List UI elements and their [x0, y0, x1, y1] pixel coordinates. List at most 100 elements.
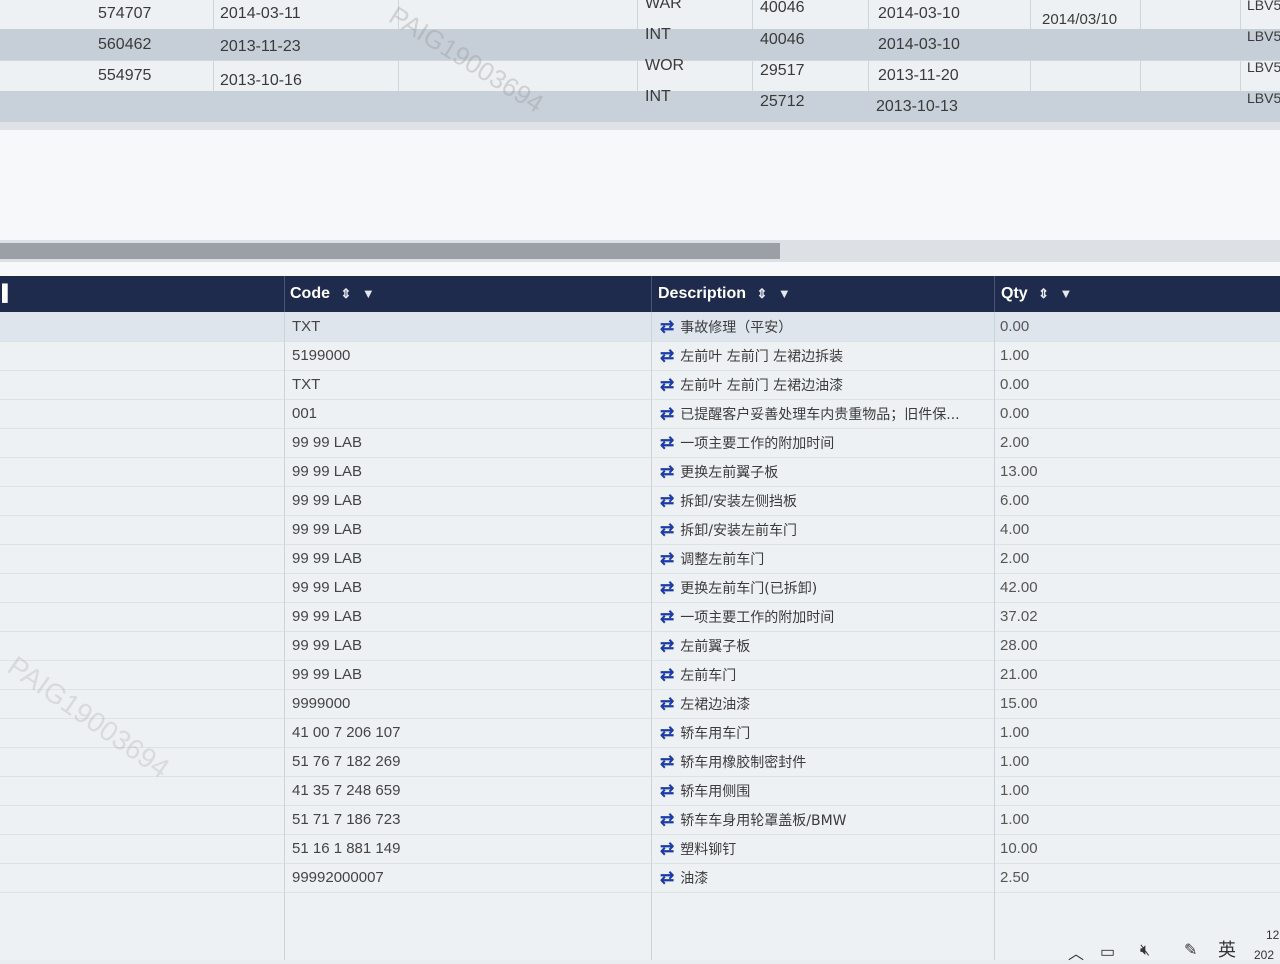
row-description-text: 一项主要工作的附加时间: [680, 610, 835, 626]
table-row[interactable]: 99 99 LAB ⇄ 左前翼子板 28.00: [0, 631, 1280, 661]
vin-prefix: LBV5: [1247, 90, 1280, 106]
order-date2: 2013-10-13: [876, 98, 958, 115]
swap-arrows-icon[interactable]: ⇄: [660, 718, 674, 747]
swap-arrows-icon[interactable]: ⇄: [660, 457, 674, 486]
row-code: 51 76 7 182 269: [292, 753, 401, 770]
table-row[interactable]: INT 25712 2013-10-13 LBV5: [0, 88, 1280, 123]
table-row[interactable]: 51 71 7 186 723 ⇄ 轿车车身用轮罩盖板/BMW 1.00: [0, 805, 1280, 835]
clock-time[interactable]: 12: [1266, 928, 1279, 942]
header-description[interactable]: Description ⇕ ▼: [658, 276, 791, 312]
swap-arrows-icon[interactable]: ⇄: [660, 602, 674, 631]
sort-icon[interactable]: ⇕: [340, 276, 351, 312]
swap-arrows-icon[interactable]: ⇄: [660, 486, 674, 515]
filter-icon[interactable]: ▼: [362, 276, 375, 312]
row-qty: 21.00: [1000, 666, 1038, 683]
row-code: 99 99 LAB: [292, 666, 363, 683]
row-description-text: 拆卸/安装左侧挡板: [680, 494, 797, 510]
swap-arrows-icon[interactable]: ⇄: [660, 428, 674, 457]
swap-arrows-icon[interactable]: ⇄: [660, 776, 674, 805]
row-code: 99 99 LAB: [292, 463, 363, 480]
swap-arrows-icon[interactable]: ⇄: [660, 312, 674, 341]
row-description: ⇄ 更换左前车门(已拆卸): [660, 573, 985, 602]
row-description-text: 轿车用侧围: [680, 784, 751, 800]
row-description: ⇄ 左裙边油漆: [660, 689, 985, 718]
swap-arrows-icon[interactable]: ⇄: [660, 834, 674, 863]
table-row[interactable]: 41 00 7 206 107 ⇄ 轿车用车门 1.00: [0, 718, 1280, 748]
sort-icon[interactable]: ⇕: [1038, 276, 1049, 312]
table-row[interactable]: 99 99 LAB ⇄ 更换左前车门(已拆卸) 42.00: [0, 573, 1280, 603]
filter-icon[interactable]: ▼: [1059, 276, 1072, 312]
row-code: 99 99 LAB: [292, 434, 363, 451]
table-row[interactable]: 99 99 LAB ⇄ 一项主要工作的附加时间 2.00: [0, 428, 1280, 458]
order-number: 29517: [760, 62, 805, 79]
table-row[interactable]: 99992000007 ⇄ 油漆 2.50: [0, 863, 1280, 893]
horizontal-scrollbar[interactable]: [0, 240, 1280, 262]
order-date: 2013-11-23: [220, 38, 301, 55]
table-row[interactable]: 5199000 ⇄ 左前叶 左前门 左裙边拆装 1.00: [0, 341, 1280, 371]
row-description: ⇄ 调整左前车门: [660, 544, 985, 573]
table-row[interactable]: 99 99 LAB ⇄ 一项主要工作的附加时间 37.02: [0, 602, 1280, 632]
swap-arrows-icon[interactable]: ⇄: [660, 515, 674, 544]
row-qty: 2.00: [1000, 434, 1030, 451]
filter-icon[interactable]: ▼: [778, 276, 791, 312]
row-description-text: 左裙边油漆: [680, 697, 751, 713]
row-code: 5199000: [292, 347, 351, 364]
table-row[interactable]: 99 99 LAB ⇄ 更换左前翼子板 13.00: [0, 457, 1280, 487]
swap-arrows-icon[interactable]: ⇄: [660, 747, 674, 776]
table-row[interactable]: 99 99 LAB ⇄ 左前车门 21.00: [0, 660, 1280, 690]
table-row[interactable]: 41 35 7 248 659 ⇄ 轿车用侧围 1.00: [0, 776, 1280, 806]
volume-mute-icon[interactable]: 🔇︎: [1140, 942, 1150, 960]
scrollbar-thumb[interactable]: [0, 243, 780, 259]
ime-indicator[interactable]: 英: [1218, 936, 1236, 962]
table-row[interactable]: 9999000 ⇄ 左裙边油漆 15.00: [0, 689, 1280, 719]
row-description-text: 油漆: [680, 871, 709, 887]
chevron-up-icon[interactable]: ︿: [1068, 940, 1084, 964]
header-divider: [284, 276, 285, 312]
table-row-selected[interactable]: 560462 2013-11-23 INT 40046 2014-03-10 L…: [0, 26, 1280, 61]
table-row[interactable]: 574707 2014-03-11 WAR 40046 2014-03-10 2…: [0, 0, 1280, 30]
grid-body: TXT ⇄ 事故修理（平安） 0.00 5199000 ⇄ 左前叶 左前门 左裙边拆装 1.0…: [0, 312, 1280, 960]
row-code: TXT: [292, 376, 321, 393]
swap-arrows-icon[interactable]: ⇄: [660, 660, 674, 689]
row-description-text: 左前车门: [680, 668, 737, 684]
sort-icon[interactable]: ⇕: [756, 276, 767, 312]
swap-arrows-icon[interactable]: ⇄: [660, 544, 674, 573]
swap-arrows-icon[interactable]: ⇄: [660, 689, 674, 718]
order-id: 574707: [98, 5, 152, 22]
pen-icon[interactable]: ✎: [1184, 940, 1197, 960]
row-qty: 6.00: [1000, 492, 1030, 509]
table-row[interactable]: 554975 2013-10-16 WOR 29517 2013-11-20 L…: [0, 57, 1280, 92]
row-description-text: 已提醒客户妥善处理车内贵重物品；旧件保...: [680, 407, 960, 423]
table-row[interactable]: 51 76 7 182 269 ⇄ 轿车用橡胶制密封件 1.00: [0, 747, 1280, 777]
swap-arrows-icon[interactable]: ⇄: [660, 370, 674, 399]
vin-prefix: LBV5: [1247, 59, 1280, 75]
header-code[interactable]: Code ⇕ ▼: [290, 276, 375, 312]
taskbar: ︿ ▭ 🔇︎ ✎ 英 12 202: [900, 928, 1280, 963]
swap-arrows-icon[interactable]: ⇄: [660, 805, 674, 834]
row-description: ⇄ 左前车门: [660, 660, 985, 689]
swap-arrows-icon[interactable]: ⇄: [660, 631, 674, 660]
row-qty: 37.02: [1000, 608, 1038, 625]
table-row[interactable]: TXT ⇄ 左前叶 左前门 左裙边油漆 0.00: [0, 370, 1280, 400]
network-icon[interactable]: ▭: [1100, 942, 1115, 962]
order-date2: 2014-03-10: [878, 5, 960, 22]
row-description-text: 左前翼子板: [680, 639, 751, 655]
table-row[interactable]: 99 99 LAB ⇄ 调整左前车门 2.00: [0, 544, 1280, 574]
row-qty: 28.00: [1000, 637, 1038, 654]
swap-arrows-icon[interactable]: ⇄: [660, 573, 674, 602]
header-qty[interactable]: Qty ⇕ ▼: [1001, 276, 1072, 312]
table-row: [0, 122, 1280, 130]
swap-arrows-icon[interactable]: ⇄: [660, 399, 674, 428]
order-type: WOR: [645, 57, 685, 74]
row-code: 99 99 LAB: [292, 579, 363, 596]
row-qty: 1.00: [1000, 724, 1030, 741]
spacer: [0, 262, 1280, 276]
header-qty-label: Qty: [1001, 285, 1028, 302]
table-row[interactable]: 99 99 LAB ⇄ 拆卸/安装左前车门 4.00: [0, 515, 1280, 545]
table-row[interactable]: 99 99 LAB ⇄ 拆卸/安装左侧挡板 6.00: [0, 486, 1280, 516]
swap-arrows-icon[interactable]: ⇄: [660, 341, 674, 370]
swap-arrows-icon[interactable]: ⇄: [660, 863, 674, 892]
table-row[interactable]: 51 16 1 881 149 ⇄ 塑料铆钉 10.00: [0, 834, 1280, 864]
table-row[interactable]: TXT ⇄ 事故修理（平安） 0.00: [0, 312, 1280, 342]
table-row[interactable]: 001 ⇄ 已提醒客户妥善处理车内贵重物品；旧件保... 0.00: [0, 399, 1280, 429]
